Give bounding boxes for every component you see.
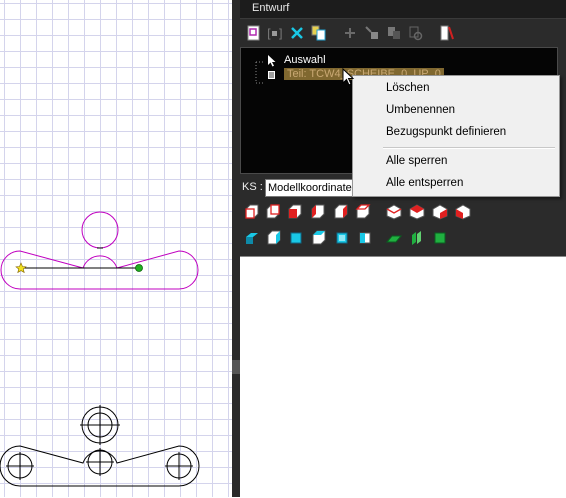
properties-area[interactable] (240, 256, 566, 498)
view-toolbar-row-2 (240, 227, 566, 249)
view-iso2-cube-icon[interactable] (409, 204, 425, 220)
reference-point-star[interactable] (15, 262, 27, 274)
view-toolbar-row-1 (240, 201, 566, 223)
group-icon[interactable]: [] (266, 24, 284, 42)
view-back-cube-icon[interactable] (265, 204, 281, 220)
tree-item-auswahl[interactable]: Auswahl (267, 54, 387, 68)
shade-green-side-icon[interactable] (409, 230, 425, 246)
delete-x-icon[interactable] (288, 24, 306, 42)
drawing-svg (0, 211, 200, 487)
panel-splitter[interactable] (232, 0, 240, 497)
properties-icon[interactable] (438, 24, 456, 42)
copy-icon[interactable] (310, 24, 328, 42)
mouse-cursor-icon (342, 68, 355, 86)
svg-text:]: ] (278, 27, 283, 40)
drawing-canvas[interactable] (0, 0, 232, 497)
menu-item-bezugspunkt[interactable]: Bezugspunkt definieren (353, 122, 559, 142)
view-iso1-cube-icon[interactable] (386, 204, 402, 220)
shade-top-icon[interactable] (311, 230, 327, 246)
svg-text:[: [ (267, 27, 272, 40)
shade-green-flat-icon[interactable] (386, 230, 402, 246)
view-left-cube-icon[interactable] (310, 204, 326, 220)
new-part-icon[interactable] (245, 24, 263, 42)
tree-item-label: Auswahl (284, 54, 326, 66)
context-menu: Löschen Umbenennen Bezugspunkt definiere… (352, 75, 560, 197)
cursor-arrow-icon (268, 55, 276, 67)
view-top-cube-icon[interactable] (355, 204, 371, 220)
part-list-icon (268, 71, 275, 79)
panel-toolbar: [] (240, 22, 566, 44)
lower-part-outline[interactable] (0, 405, 200, 487)
snap-point-green[interactable] (135, 264, 143, 272)
menu-item-alle-entsperren[interactable]: Alle entsperren (353, 173, 559, 193)
menu-item-label: Bezugspunkt definieren (386, 126, 507, 138)
menu-item-label: Alle entsperren (386, 177, 464, 189)
view-iso4-cube-icon[interactable] (455, 204, 471, 220)
panel-titlebar: Entwurf (240, 0, 566, 19)
menu-item-label: Löschen (386, 82, 430, 94)
shade-front-icon[interactable] (288, 230, 304, 246)
add-icon[interactable] (341, 24, 359, 42)
view-iso3-cube-icon[interactable] (432, 204, 448, 220)
selected-part-outline[interactable] (0, 211, 199, 290)
ks-label: KS : (242, 181, 263, 193)
assign-icon[interactable] (363, 24, 381, 42)
shade-box-icon[interactable] (334, 230, 350, 246)
menu-item-umbenennen[interactable]: Umbenennen (353, 100, 559, 120)
shade-half-icon[interactable] (357, 230, 373, 246)
refresh-icon[interactable] (407, 24, 425, 42)
panel-title: Entwurf (252, 2, 290, 14)
menu-item-label: Umbenennen (386, 104, 456, 116)
shade-flat-icon[interactable] (244, 230, 260, 246)
shade-side-icon[interactable] (266, 230, 282, 246)
menu-separator (383, 147, 555, 149)
view-solid-cube-icon[interactable] (287, 204, 303, 220)
shade-green-front-icon[interactable] (432, 230, 448, 246)
menu-item-loeschen[interactable]: Löschen (353, 78, 559, 98)
splitter-grip[interactable] (232, 360, 240, 374)
menu-item-label: Alle sperren (386, 155, 448, 167)
view-front-cube-icon[interactable] (244, 204, 260, 220)
view-right-cube-icon[interactable] (333, 204, 349, 220)
menu-item-alle-sperren[interactable]: Alle sperren (353, 151, 559, 171)
transfer-icon[interactable] (385, 24, 403, 42)
